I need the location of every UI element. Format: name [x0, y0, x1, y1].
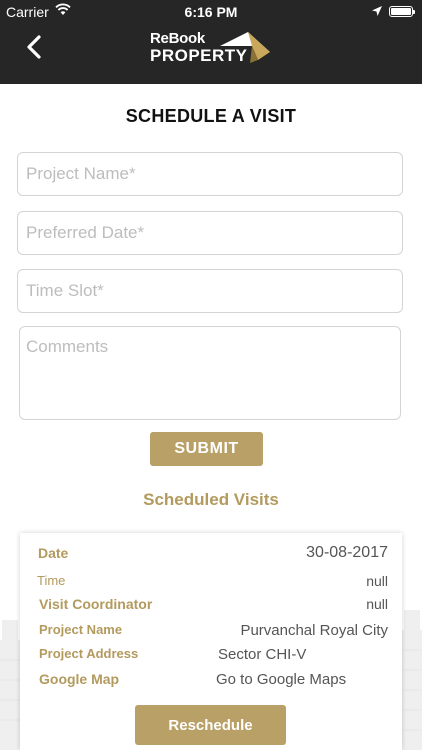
project-name-label: Project Name — [39, 622, 123, 637]
preferred-date-input[interactable] — [17, 211, 403, 255]
status-bar: Carrier 6:16 PM — [0, 0, 422, 24]
google-map-row: Google Map Go to Google Maps — [20, 671, 402, 693]
logo-text-top: ReBook — [150, 30, 205, 47]
visit-time-row: Time null — [20, 573, 402, 595]
logo-roof-icon — [220, 32, 270, 63]
project-name-value: Purvanchal Royal City — [240, 622, 388, 639]
project-address-label: Project Address — [39, 646, 139, 661]
scheduled-visits-heading: Scheduled Visits — [143, 490, 279, 509]
location-arrow-icon — [371, 4, 383, 20]
project-address-value: Sector CHI-V — [218, 646, 307, 663]
time-value: null — [366, 573, 388, 589]
google-map-label: Google Map — [39, 671, 120, 687]
back-chevron-icon[interactable] — [22, 32, 48, 62]
comments-textarea[interactable] — [19, 326, 401, 420]
battery-icon — [389, 6, 415, 17]
visit-date-row: Date 30-08-2017 — [20, 544, 402, 567]
clock-time: 6:16 PM — [184, 4, 238, 20]
scheduled-visit-card: Date 30-08-2017 Time null Visit Coordina… — [20, 533, 402, 750]
page-title: SCHEDULE A VISIT — [125, 106, 297, 126]
visit-coordinator-row: Visit Coordinator null — [20, 596, 402, 618]
project-address-row: Project Address Sector CHI-V — [20, 646, 402, 668]
project-name-row: Project Name Purvanchal Royal City — [20, 622, 402, 644]
google-maps-link[interactable]: Go to Google Maps — [216, 671, 346, 688]
date-label: Date — [38, 545, 69, 561]
time-label: Time — [37, 573, 66, 588]
navigation-bar: Carrier 6:16 PM ReBook PROPERTY — [0, 0, 422, 84]
reschedule-button[interactable]: Reschedule — [135, 705, 286, 745]
date-value: 30-08-2017 — [306, 544, 388, 561]
coordinator-label: Visit Coordinator — [39, 596, 153, 612]
coordinator-value: null — [366, 596, 388, 612]
time-slot-input[interactable] — [17, 269, 403, 313]
submit-button[interactable]: SUBMIT — [150, 432, 263, 466]
rebook-property-logo: ReBook PROPERTY — [150, 30, 275, 66]
project-name-input[interactable] — [17, 152, 403, 196]
